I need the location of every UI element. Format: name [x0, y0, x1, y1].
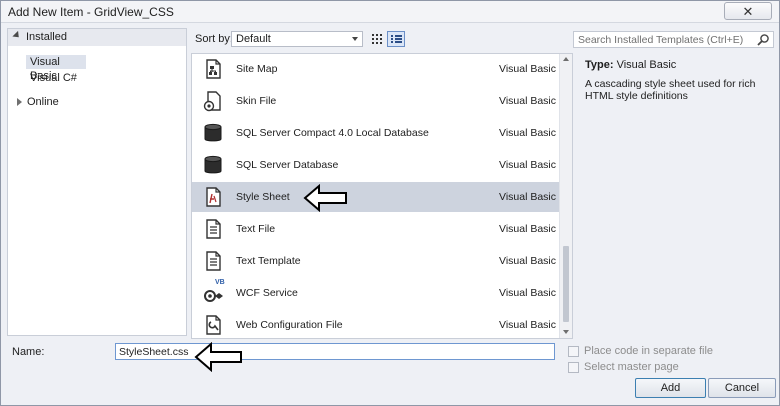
place-code-label: Place code in separate file — [584, 345, 714, 357]
template-language: Visual Basic — [499, 191, 557, 203]
grid-view-icon — [372, 34, 382, 44]
template-description: A cascading style sheet used for rich HT… — [585, 78, 756, 102]
template-name: Web Configuration File — [236, 319, 343, 331]
close-button[interactable]: ✕ — [724, 2, 772, 20]
cancel-button[interactable]: Cancel — [708, 378, 776, 398]
vb-badge: VB — [215, 279, 225, 286]
window-title: Add New Item - GridView_CSS — [8, 5, 174, 19]
template-item-text-template[interactable]: Text Template Visual Basic — [192, 246, 559, 276]
list-view-button[interactable] — [387, 31, 405, 47]
medium-icons-view-button[interactable] — [368, 31, 384, 47]
template-item-wcf-service[interactable]: VB WCF Service Visual Basic — [192, 278, 559, 308]
master-page-label: Select master page — [584, 361, 679, 373]
add-button[interactable]: Add — [635, 378, 706, 398]
template-list-scrollbar[interactable] — [559, 54, 572, 338]
expand-down-icon[interactable] — [12, 30, 22, 41]
tree-item-visual-csharp[interactable]: Visual C# — [30, 71, 77, 85]
name-input[interactable] — [119, 345, 549, 358]
search-icon[interactable] — [756, 33, 770, 47]
template-name: Style Sheet — [236, 191, 290, 203]
template-name: SQL Server Database — [236, 159, 339, 171]
type-line: Type: Visual Basic — [585, 59, 676, 71]
tree-installed-label: Installed — [26, 31, 67, 43]
template-name: SQL Server Compact 4.0 Local Database — [236, 127, 429, 139]
template-name: Skin File — [236, 95, 277, 107]
tree-node-installed[interactable]: Installed — [8, 29, 186, 46]
name-field[interactable] — [115, 343, 555, 360]
text-file-icon — [206, 219, 221, 239]
template-item-site-map[interactable]: Site Map Visual Basic — [192, 54, 559, 84]
template-item-skin-file[interactable]: Skin File Visual Basic — [192, 86, 559, 116]
template-name: Text File — [236, 223, 276, 235]
scroll-thumb[interactable] — [563, 246, 569, 322]
template-language: Visual Basic — [499, 127, 557, 139]
sort-by-label: Sort by: — [195, 33, 233, 45]
chevron-down-icon — [352, 37, 358, 41]
template-language: Visual Basic — [499, 95, 557, 107]
template-language: Visual Basic — [499, 159, 557, 171]
list-view-icon — [391, 35, 402, 43]
template-category-tree: Installed Visual Basic Visual C# Online — [7, 28, 187, 336]
template-name: Site Map — [236, 63, 278, 75]
template-language: Visual Basic — [499, 287, 557, 299]
type-label: Type: — [585, 59, 614, 71]
template-name: Text Template — [236, 255, 301, 267]
template-item-text-file[interactable]: Text File Visual Basic — [192, 214, 559, 244]
template-item-sql-compact[interactable]: SQL Server Compact 4.0 Local Database Vi… — [192, 118, 559, 148]
name-label: Name: — [12, 346, 45, 358]
master-page-checkbox[interactable] — [568, 362, 579, 373]
site-map-icon — [206, 59, 221, 79]
style-sheet-icon — [206, 187, 221, 207]
title-bar: Add New Item - GridView_CSS ✕ — [1, 1, 779, 23]
text-template-icon — [206, 251, 221, 271]
template-name: WCF Service — [236, 287, 298, 299]
tree-item-visual-basic[interactable]: Visual Basic — [26, 55, 86, 82]
sort-by-value: Default — [236, 33, 271, 45]
expand-right-icon[interactable] — [17, 98, 22, 106]
web-config-icon — [206, 315, 221, 335]
scroll-down-icon[interactable] — [563, 330, 569, 334]
template-language: Visual Basic — [499, 255, 557, 267]
template-item-web-config[interactable]: Web Configuration File Visual Basic — [192, 310, 559, 338]
place-code-checkbox[interactable] — [568, 346, 579, 357]
template-language: Visual Basic — [499, 63, 557, 75]
left-arrow-annotation-icon — [194, 342, 242, 372]
search-input[interactable] — [578, 33, 748, 46]
sort-by-dropdown[interactable]: Default — [231, 31, 363, 47]
database-icon — [204, 155, 222, 174]
template-language: Visual Basic — [499, 223, 557, 235]
template-language: Visual Basic — [499, 319, 557, 331]
search-templates-box[interactable] — [573, 31, 774, 48]
skin-file-icon — [203, 91, 221, 112]
left-arrow-annotation-icon — [303, 184, 347, 212]
template-item-style-sheet[interactable]: Style Sheet Visual Basic — [192, 182, 559, 212]
close-icon: ✕ — [742, 4, 754, 19]
template-details: Type: Visual Basic A cascading style she… — [578, 53, 775, 339]
database-icon — [204, 123, 222, 142]
scroll-up-icon[interactable] — [563, 57, 569, 61]
template-item-sql-database[interactable]: SQL Server Database Visual Basic — [192, 150, 559, 180]
type-value: Visual Basic — [616, 59, 677, 71]
template-list: Site Map Visual Basic Skin File Visual B… — [191, 53, 573, 339]
tree-node-online[interactable]: Online — [27, 95, 59, 109]
add-new-item-dialog: Add New Item - GridView_CSS ✕ Installed … — [0, 0, 780, 406]
